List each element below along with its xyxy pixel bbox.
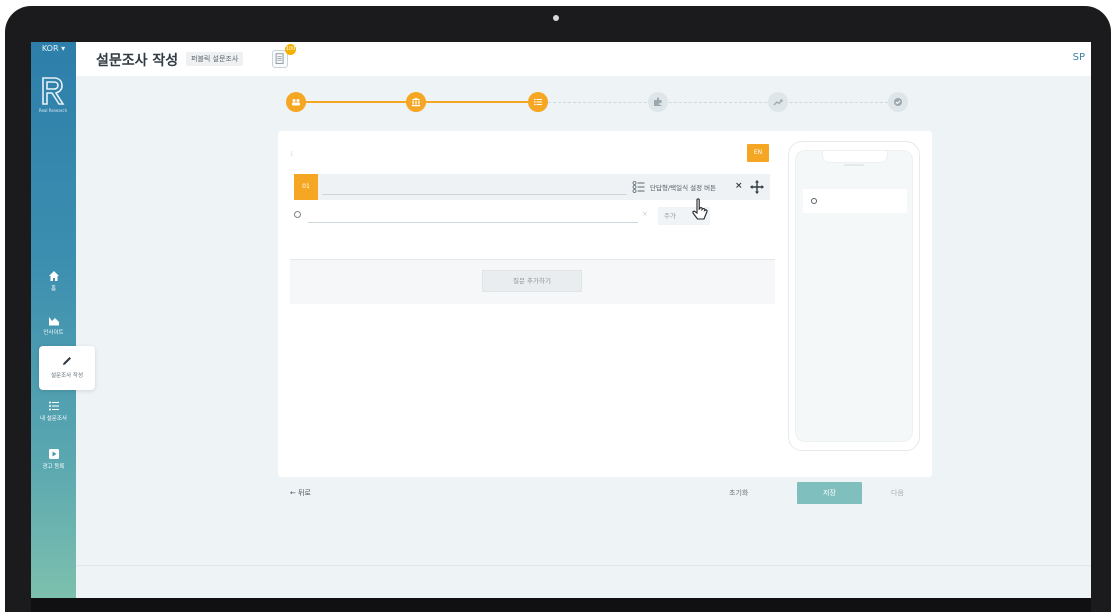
laptop-frame: KOR ▾ Real Research 홈 인사이트 내 설문조사 광고 등록 … — [0, 0, 1113, 612]
question-number: 01 — [294, 174, 318, 200]
sidebar-item-label: 내 설문조사 — [39, 416, 68, 422]
list-icon — [534, 98, 542, 106]
bezel-bottom — [31, 598, 1091, 612]
move-icon[interactable] — [749, 179, 765, 195]
people-icon — [292, 99, 300, 106]
trend-icon — [773, 99, 783, 106]
reset-button[interactable]: 초기화 — [729, 488, 748, 498]
preview-option-row — [803, 189, 907, 213]
next-button[interactable]: 다음 — [891, 488, 904, 498]
pencil-icon — [63, 357, 71, 365]
delete-question-button[interactable]: × — [735, 181, 743, 191]
save-button[interactable]: 저장 — [797, 482, 862, 504]
list-type-icon[interactable] — [632, 180, 646, 194]
step-5[interactable] — [768, 92, 788, 112]
logo-text: Real Research — [38, 108, 68, 113]
app-screen: KOR ▾ Real Research 홈 인사이트 내 설문조사 광고 등록 … — [31, 42, 1091, 598]
mobile-preview-screen — [795, 150, 913, 442]
option-radio — [294, 211, 301, 218]
add-question-area: 질문 추가하기 — [290, 260, 775, 304]
step-connector — [426, 101, 538, 103]
document-icon — [275, 53, 284, 64]
top-header: 설문조사 작성 퍼블릭 설문조사 100 SP — [76, 42, 1091, 76]
sidebar-item-home[interactable]: 홈 — [31, 270, 76, 292]
survey-editor-card: i EN 01 단답형/택일식 설정 버튼 × × 주가 질문 추가하기 — [278, 131, 932, 477]
question-input[interactable] — [322, 179, 627, 195]
info-icon[interactable]: i — [291, 151, 293, 158]
sidebar-item-label: 광고 등록 — [42, 464, 65, 470]
step-connector — [306, 101, 416, 103]
sidebar-item-ads[interactable]: 광고 등록 — [31, 448, 76, 470]
back-button[interactable]: ← 뒤로 — [290, 488, 311, 498]
option-input[interactable] — [308, 207, 638, 223]
english-toggle-button[interactable]: EN — [747, 144, 769, 162]
sidebar-item-label: 홈 — [50, 286, 57, 292]
app-logo[interactable]: Real Research — [37, 76, 69, 116]
check-icon — [894, 98, 902, 106]
sidebar-item-create-survey[interactable]: 설문조사 작성 — [39, 346, 95, 390]
step-connector-pending — [548, 102, 908, 103]
step-1[interactable] — [286, 92, 306, 112]
bank-icon — [411, 97, 421, 107]
step-6[interactable] — [888, 92, 908, 112]
phone-notch — [822, 151, 888, 163]
sidebar-item-label: 설문조사 작성 — [50, 373, 84, 379]
page-title: 설문조사 작성 — [96, 53, 179, 69]
real-research-logo-icon — [42, 77, 65, 105]
preview-radio — [811, 198, 817, 204]
camera-icon — [553, 15, 559, 21]
user-avatar[interactable]: SP — [1073, 52, 1085, 63]
puzzle-icon — [654, 97, 662, 106]
footer-divider — [76, 565, 1091, 566]
document-count-badge: 100 — [285, 44, 296, 55]
sidebar: KOR ▾ Real Research 홈 인사이트 내 설문조사 광고 등록 — [31, 42, 76, 598]
step-2[interactable] — [406, 92, 426, 112]
sidebar-item-insight[interactable]: 인사이트 — [31, 314, 76, 336]
step-4[interactable] — [648, 92, 668, 112]
chart-icon — [48, 317, 59, 326]
progress-stepper — [286, 92, 926, 112]
mobile-preview — [788, 141, 920, 451]
mouse-cursor-icon — [692, 198, 708, 220]
add-question-button[interactable]: 질문 추가하기 — [482, 270, 582, 292]
home-icon — [48, 271, 59, 281]
language-selector[interactable]: KOR ▾ — [31, 44, 76, 53]
sidebar-item-my-surveys[interactable]: 내 설문조사 — [31, 400, 76, 422]
answer-type-button[interactable]: 단답형/택일식 설정 버튼 — [650, 182, 716, 192]
remove-option-button[interactable]: × — [642, 210, 648, 218]
step-3[interactable] — [528, 92, 548, 112]
play-icon — [48, 449, 59, 459]
survey-type-badge: 퍼블릭 설문조사 — [186, 52, 244, 66]
phone-speaker — [844, 164, 864, 166]
list-icon — [48, 401, 59, 411]
sidebar-item-label: 인사이트 — [43, 330, 64, 336]
